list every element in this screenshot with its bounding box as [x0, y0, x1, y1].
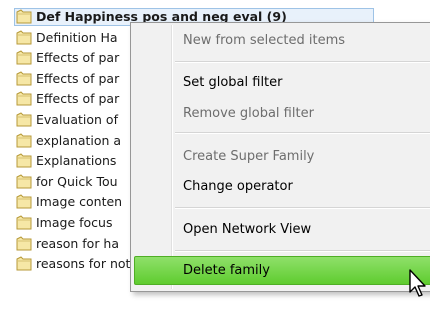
family-folder-icon: [16, 215, 32, 230]
mouse-pointer-icon: [409, 269, 426, 297]
family-label: Image focus: [36, 214, 113, 230]
menu-item-create-super-family: Create Super Family: [183, 149, 315, 164]
menu-separator: [175, 61, 430, 63]
menu-icon-gutter: [171, 25, 173, 289]
context-menu: New from selected items Set global filte…: [130, 22, 430, 292]
menu-item-open-network-view[interactable]: Open Network View: [183, 222, 311, 237]
family-label: explanation a: [36, 132, 122, 148]
family-folder-icon: [16, 153, 32, 168]
family-label: for Quick Tou: [36, 173, 118, 189]
menu-item-delete-family[interactable]: Delete family: [183, 263, 270, 278]
family-folder-icon: [16, 174, 32, 189]
family-folder-icon: [16, 71, 32, 86]
menu-separator: [175, 250, 430, 252]
menu-item-change-operator[interactable]: Change operator: [183, 179, 293, 194]
menu-item-highlight: [134, 256, 430, 285]
family-folder-icon: [16, 132, 32, 148]
menu-separator: [175, 132, 430, 134]
family-label: Definition Ha: [36, 29, 118, 45]
family-label: Evaluation of: [36, 111, 118, 127]
menu-item-remove-global-filter: Remove global filter: [183, 106, 314, 121]
family-label: Image conten: [36, 194, 123, 210]
family-folder-icon: [16, 9, 32, 24]
family-folder-icon: [16, 235, 32, 251]
family-folder-icon: [16, 256, 32, 271]
family-folder-icon: [16, 91, 32, 106]
screenshot-root: Def Happiness pos and neg eval (9) Defin…: [0, 0, 430, 322]
family-folder-icon: [16, 29, 32, 45]
family-folder-icon: [16, 112, 32, 127]
menu-separator: [175, 207, 430, 209]
family-label: Effects of par: [36, 91, 120, 107]
menu-item-set-global-filter[interactable]: Set global filter: [183, 75, 283, 90]
family-label: Effects of par: [36, 50, 120, 66]
family-label: Explanations: [36, 153, 117, 169]
family-folder-icon: [16, 50, 32, 65]
family-folder-icon: [16, 194, 32, 209]
family-label: reason for ha: [36, 235, 120, 251]
family-label: Effects of par: [36, 70, 120, 86]
menu-item-new-from-selected: New from selected items: [183, 33, 346, 48]
